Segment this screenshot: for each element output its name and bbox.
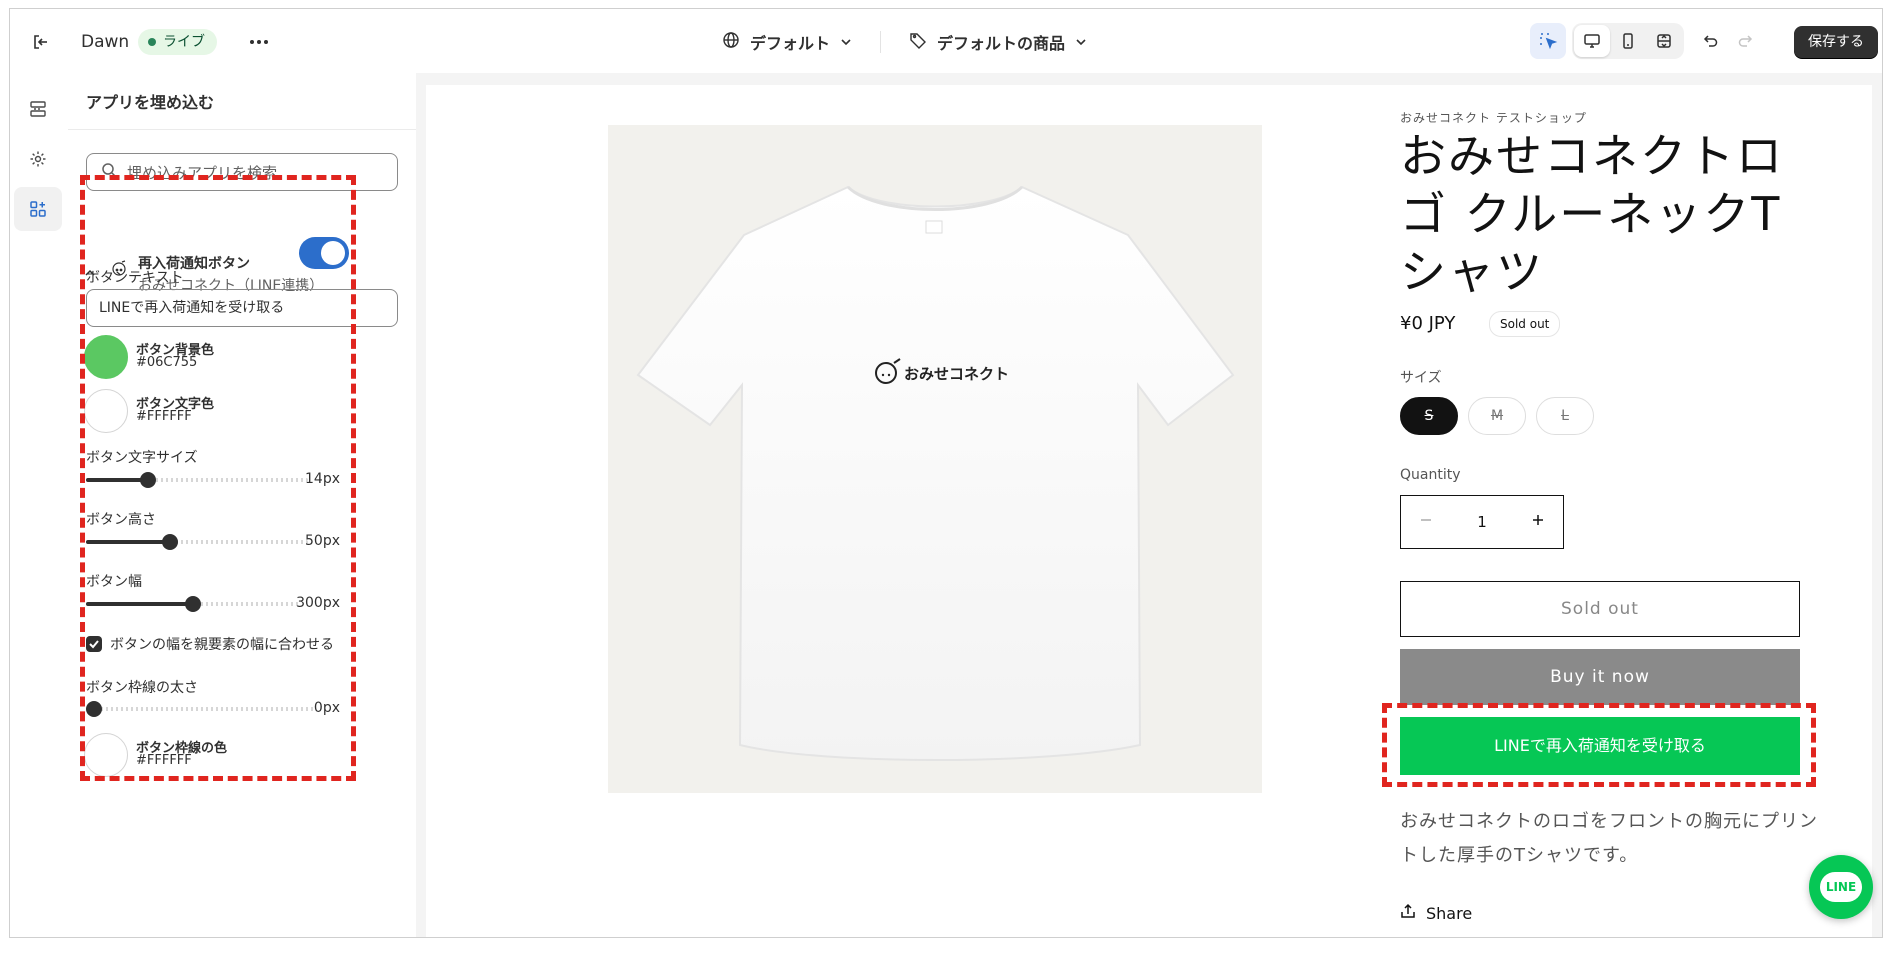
slider-thumb[interactable] — [140, 472, 156, 488]
template-selector-label: デフォルト — [750, 34, 831, 53]
redo-icon[interactable] — [1728, 23, 1764, 59]
search-input[interactable]: 埋め込みアプリを検索 — [86, 153, 398, 191]
fit-parent-checkbox[interactable] — [86, 636, 102, 652]
size-option-s[interactable]: S — [1400, 397, 1458, 435]
product-image[interactable]: おみせコネクト — [608, 125, 1262, 793]
fullscreen-icon[interactable] — [1646, 25, 1682, 57]
product-page: おみせコネクト おみせコネクト テストショップ おみせコネクトロゴ クルーネック… — [426, 85, 1873, 937]
share-label: Share — [1426, 903, 1473, 923]
font-size-label: ボタン文字サイズ — [86, 450, 198, 466]
border-width-label: ボタン枠線の太さ — [86, 680, 198, 696]
width-slider[interactable] — [86, 596, 300, 612]
status-badge-label: ライブ — [163, 34, 205, 50]
quantity-label: Quantity — [1400, 467, 1461, 483]
product-price: ¥0 JPY — [1400, 313, 1456, 334]
search-placeholder: 埋め込みアプリを検索 — [127, 163, 278, 182]
bg-color-swatch[interactable] — [84, 335, 128, 379]
size-option-l[interactable]: L — [1536, 397, 1594, 435]
shirt-logo-text: おみせコネクト — [904, 365, 1010, 383]
save-button[interactable]: 保存する — [1794, 26, 1878, 58]
inspector-select-icon[interactable] — [1530, 23, 1566, 59]
editor-window: Dawn ライブ デフォルト デフォルトの商品 保存する アプリを埋め込む 埋め… — [9, 8, 1883, 938]
search-icon — [101, 162, 117, 182]
text-color-value: #FFFFFF — [136, 409, 192, 424]
store-preview: おみせコネクト おみせコネクト テストショップ おみせコネクトロゴ クルーネック… — [416, 73, 1882, 937]
border-color-swatch[interactable] — [84, 733, 128, 777]
product-description: おみせコネクトのロゴをフロントの胸元にプリントした厚手のTシャツです。 — [1400, 811, 1818, 866]
plus-icon[interactable] — [1531, 513, 1545, 531]
slider-thumb[interactable] — [185, 596, 201, 612]
quantity-stepper: 1 — [1400, 495, 1564, 549]
left-rail — [10, 73, 69, 937]
border-width-value: 0px — [313, 700, 340, 716]
theme-name: Dawn — [81, 32, 130, 52]
slider-thumb[interactable] — [86, 701, 102, 717]
sold-out-button[interactable]: Sold out — [1400, 581, 1800, 637]
minus-icon[interactable] — [1419, 513, 1433, 531]
sections-icon[interactable] — [14, 87, 62, 131]
mobile-view-icon[interactable] — [1610, 25, 1646, 57]
line-chat-label: LINE — [1820, 872, 1862, 902]
status-badge: ライブ — [138, 29, 217, 55]
product-vendor: おみせコネクト テストショップ — [1400, 111, 1587, 125]
slider-fill — [86, 602, 193, 606]
gear-icon[interactable] — [14, 137, 62, 181]
slider-fill — [86, 478, 148, 482]
bg-color-value: #06C755 — [136, 355, 198, 370]
undo-icon[interactable] — [1692, 23, 1728, 59]
height-value: 50px — [305, 533, 340, 549]
font-size-value: 14px — [305, 471, 340, 487]
viewport-switcher — [1572, 23, 1684, 59]
tshirt-illustration — [636, 185, 1235, 761]
share-button[interactable]: Share — [1400, 903, 1472, 923]
slider-fill — [86, 540, 170, 544]
text-color-swatch[interactable] — [84, 389, 128, 433]
product-selector-label: デフォルトの商品 — [937, 34, 1066, 53]
size-label: サイズ — [1400, 370, 1442, 386]
share-icon — [1400, 903, 1416, 923]
desktop-view-icon[interactable] — [1574, 25, 1610, 57]
tag-icon — [909, 31, 927, 53]
fit-parent-label: ボタンの幅を親要素の幅に合わせる — [110, 637, 334, 653]
product-selector[interactable]: デフォルトの商品 — [909, 27, 1087, 57]
chevron-down-icon — [1075, 33, 1087, 52]
chevron-down-icon — [840, 33, 852, 52]
toggle-knob — [321, 241, 345, 265]
font-size-slider[interactable] — [86, 472, 308, 488]
line-restock-button[interactable]: LINEで再入荷通知を受け取る — [1400, 717, 1800, 775]
width-value: 300px — [296, 595, 340, 611]
border-color-value: #FFFFFF — [136, 753, 192, 768]
line-chat-button[interactable]: LINE — [1809, 855, 1873, 919]
button-text-label: ボタンテキスト — [86, 270, 184, 286]
app-embeds-icon[interactable] — [14, 187, 62, 231]
slider-thumb[interactable] — [162, 534, 178, 550]
status-dot-icon — [148, 38, 156, 46]
sold-out-badge: Sold out — [1489, 311, 1561, 337]
template-selector[interactable]: デフォルト — [722, 27, 852, 57]
divider — [880, 31, 882, 53]
button-text-input[interactable]: LINEで再入荷通知を受け取る — [86, 289, 398, 327]
buy-it-now-button[interactable]: Buy it now — [1400, 649, 1800, 705]
preview-selectors: デフォルト デフォルトの商品 — [722, 27, 1087, 57]
width-label: ボタン幅 — [86, 574, 142, 590]
panel-header: アプリを埋め込む — [68, 73, 416, 130]
more-actions-icon[interactable] — [244, 29, 274, 55]
panel-title: アプリを埋め込む — [86, 93, 215, 112]
toolbar-actions — [1530, 23, 1764, 59]
globe-icon — [722, 31, 740, 53]
product-title: おみせコネクトロゴ クルーネックTシャツ — [1400, 129, 1784, 299]
size-option-m[interactable]: M — [1468, 397, 1526, 435]
exit-icon[interactable] — [28, 29, 54, 55]
size-options: S M L — [1400, 397, 1594, 435]
app-embeds-panel: アプリを埋め込む 埋め込みアプリを検索 再入荷通知ボタン おみせコネクト（LIN… — [68, 73, 417, 937]
height-slider[interactable] — [86, 534, 308, 550]
top-bar: Dawn ライブ デフォルト デフォルトの商品 保存する — [10, 9, 1882, 74]
app-enabled-toggle[interactable] — [299, 237, 349, 269]
quantity-value[interactable]: 1 — [1477, 513, 1487, 531]
height-label: ボタン高さ — [86, 512, 156, 528]
